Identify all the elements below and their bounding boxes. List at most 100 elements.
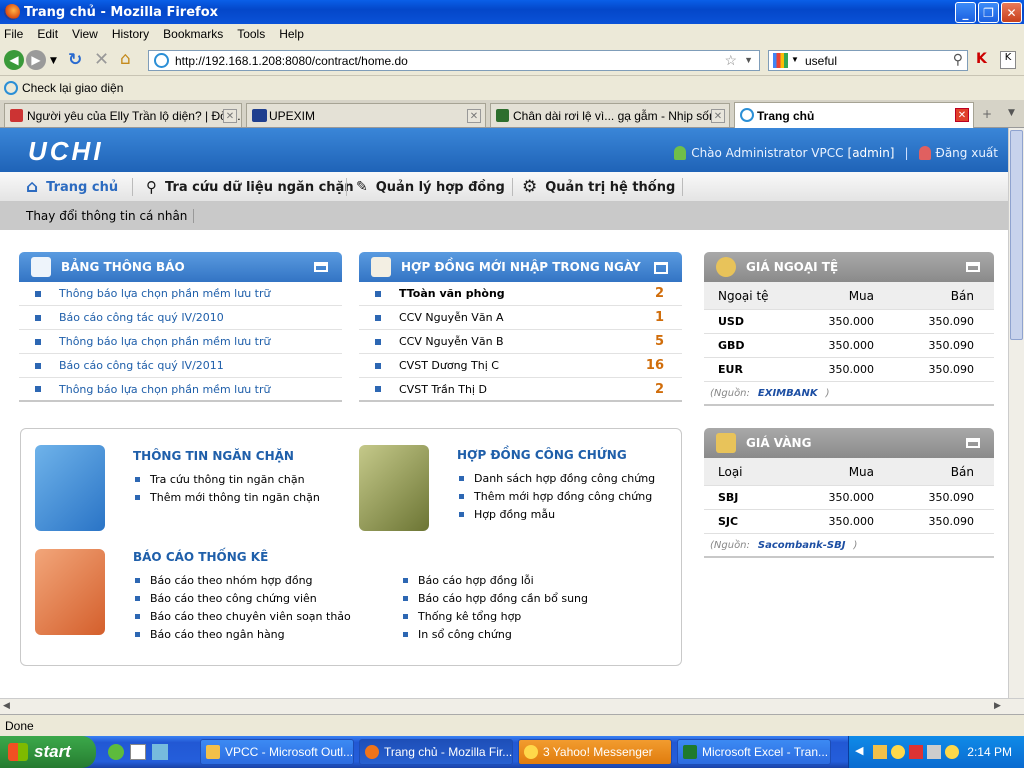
start-button[interactable]: start [0, 736, 96, 768]
tray-icon[interactable] [873, 745, 887, 759]
link[interactable]: Tra cứu thông tin ngăn chặn [150, 473, 305, 486]
stop-icon[interactable]: ✕ [94, 49, 109, 70]
list-item[interactable]: In sổ công chứng [403, 628, 512, 641]
tab-list-icon[interactable]: ▼ [1008, 108, 1015, 118]
app-logo[interactable]: UCHI [28, 136, 104, 167]
bookmark-star-icon[interactable]: ☆ [724, 52, 737, 69]
maximize-button[interactable]: ❐ [978, 2, 999, 23]
google-icon[interactable] [773, 53, 788, 68]
report-chart-icon[interactable] [35, 549, 105, 635]
list-item[interactable]: Hợp đồng mẫu [459, 508, 555, 521]
new-tab-icon[interactable]: + [982, 107, 992, 121]
menu-history[interactable]: History [112, 27, 149, 41]
task-yahoo[interactable]: 3 Yahoo! Messenger [518, 739, 672, 765]
section-reports-title[interactable]: BÁO CÁO THỐNG KÊ [133, 550, 268, 564]
notice-link[interactable]: Thông báo lựa chọn phần mềm lưu trữ [59, 287, 270, 300]
link[interactable]: Thêm mới hợp đồng công chứng [474, 490, 652, 503]
bookmark-item[interactable]: Check lại giao diện [22, 81, 123, 95]
home-icon[interactable]: ⌂ [120, 49, 131, 69]
horizontal-scrollbar[interactable]: ◀ ▶ [0, 698, 1024, 714]
close-window-button[interactable]: ✕ [1001, 2, 1022, 23]
nav-search-block[interactable]: ⚲ Tra cứu dữ liệu ngăn chặn [146, 172, 354, 202]
list-item[interactable]: Thêm mới hợp đồng công chứng [459, 490, 652, 503]
search-engine-dropdown-icon[interactable]: ▼ [791, 55, 799, 64]
url-dropdown-icon[interactable]: ▼ [744, 55, 753, 65]
minimize-button[interactable]: _ [955, 2, 976, 23]
tray-icon[interactable] [927, 745, 941, 759]
list-item[interactable]: Báo cáo theo nhóm hợp đồng [135, 574, 313, 587]
link[interactable]: Báo cáo theo công chứng viên [150, 592, 317, 605]
list-item[interactable]: Báo cáo công tác quý IV/2011 [19, 354, 342, 378]
quicklaunch-icon[interactable] [130, 744, 146, 760]
tab-3[interactable]: Chân dài rơi lệ vì... gạ gẫm - Nhịp sốn.… [490, 103, 730, 127]
table-row[interactable]: CVST Dương Thị C 16 [359, 354, 682, 378]
list-item[interactable]: Thêm mới thông tin ngăn chặn [135, 491, 320, 504]
menu-tools[interactable]: Tools [237, 27, 265, 41]
link[interactable]: Báo cáo hợp đồng cần bổ sung [418, 592, 588, 605]
shield-icon[interactable] [35, 445, 105, 531]
certificate-icon[interactable] [359, 445, 429, 531]
link[interactable]: Thống kê tổng hợp [418, 610, 521, 623]
link[interactable]: Báo cáo theo chuyên viên soạn thảo [150, 610, 351, 623]
sacombank-logo[interactable]: Sacombank-SBJ [758, 540, 846, 551]
list-item[interactable]: Thông báo lựa chọn phần mềm lưu trữ [19, 378, 342, 402]
scroll-thumb[interactable] [1010, 130, 1023, 340]
maximize-panel-icon[interactable] [654, 262, 668, 274]
link[interactable]: Danh sách hợp đồng công chứng [474, 472, 655, 485]
section-block-title[interactable]: THÔNG TIN NGĂN CHẶN [133, 449, 294, 463]
nav-admin[interactable]: ⚙ Quản trị hệ thống [522, 172, 675, 202]
search-input[interactable]: ▼ useful ⚲ [768, 50, 968, 71]
tray-expand-icon[interactable]: ◀ [855, 744, 863, 757]
task-outlook[interactable]: VPCC - Microsoft Outl... [200, 739, 354, 765]
logout-link[interactable]: Đăng xuất [936, 146, 998, 160]
link[interactable]: Báo cáo theo nhóm hợp đồng [150, 574, 313, 587]
link[interactable]: Báo cáo theo ngân hàng [150, 628, 285, 641]
history-dropdown-icon[interactable]: ▼ [50, 56, 57, 66]
minimize-panel-icon[interactable] [966, 262, 980, 272]
list-item[interactable]: Thống kê tổng hợp [403, 610, 521, 623]
table-row[interactable]: CCV Nguyễn Văn B 5 [359, 330, 682, 354]
back-button[interactable]: ◀ [4, 50, 24, 70]
search-icon[interactable]: ⚲ [953, 51, 963, 68]
link[interactable]: Thêm mới thông tin ngăn chặn [150, 491, 320, 504]
menu-bookmarks[interactable]: Bookmarks [163, 27, 223, 41]
notice-link[interactable]: Thông báo lựa chọn phần mềm lưu trữ [59, 335, 270, 348]
section-notary-title[interactable]: HỢP ĐỒNG CÔNG CHỨNG [457, 448, 627, 462]
table-row[interactable]: CCV Nguyễn Văn A 1 [359, 306, 682, 330]
list-item[interactable]: Thông báo lựa chọn phần mềm lưu trữ [19, 330, 342, 354]
url-bar[interactable]: http://192.168.1.208:8080/contract/home.… [148, 50, 760, 71]
notice-link[interactable]: Báo cáo công tác quý IV/2010 [59, 311, 224, 324]
reload-icon[interactable]: ↻ [68, 50, 82, 70]
list-item[interactable]: Báo cáo hợp đồng cần bổ sung [403, 592, 588, 605]
notice-link[interactable]: Thông báo lựa chọn phần mềm lưu trữ [59, 383, 270, 396]
link[interactable]: Hợp đồng mẫu [474, 508, 555, 521]
scroll-left-icon[interactable]: ◀ [3, 701, 10, 711]
link[interactable]: In sổ công chứng [418, 628, 512, 641]
task-firefox[interactable]: Trang chủ - Mozilla Fir... [359, 739, 513, 765]
notice-link[interactable]: Báo cáo công tác quý IV/2011 [59, 359, 224, 372]
list-item[interactable]: Báo cáo theo chuyên viên soạn thảo [135, 610, 351, 623]
list-item[interactable]: Báo cáo theo công chứng viên [135, 592, 317, 605]
table-row[interactable]: TToàn văn phòng 2 [359, 282, 682, 306]
tab-2[interactable]: UPEXIM ✕ [246, 103, 486, 127]
tab-4-active[interactable]: Trang chủ ✕ [734, 102, 974, 128]
menu-file[interactable]: File [4, 27, 23, 41]
minimize-panel-icon[interactable] [314, 262, 328, 272]
tab-close-icon[interactable]: ✕ [467, 109, 481, 123]
forward-button[interactable]: ▶ [26, 50, 46, 70]
menu-edit[interactable]: Edit [37, 27, 58, 41]
table-row[interactable]: CVST Trần Thị D 2 [359, 378, 682, 402]
list-item[interactable]: Báo cáo hợp đồng lỗi [403, 574, 534, 587]
menu-view[interactable]: View [72, 27, 98, 41]
tab-1[interactable]: Người yêu của Elly Trần lộ diện? | Đời .… [4, 103, 242, 127]
tray-icon[interactable] [945, 745, 959, 759]
change-profile-link[interactable]: Thay đổi thông tin cá nhân [26, 209, 187, 223]
list-item[interactable]: Báo cáo công tác quý IV/2010 [19, 306, 342, 330]
task-excel[interactable]: Microsoft Excel - Tran... [677, 739, 831, 765]
list-item[interactable]: Tra cứu thông tin ngăn chặn [135, 473, 305, 486]
list-item[interactable]: Báo cáo theo ngân hàng [135, 628, 285, 641]
quicklaunch-icon[interactable] [152, 744, 168, 760]
link[interactable]: Báo cáo hợp đồng lỗi [418, 574, 534, 587]
addon-k-icon[interactable]: K [976, 51, 987, 67]
list-item[interactable]: Danh sách hợp đồng công chứng [459, 472, 655, 485]
